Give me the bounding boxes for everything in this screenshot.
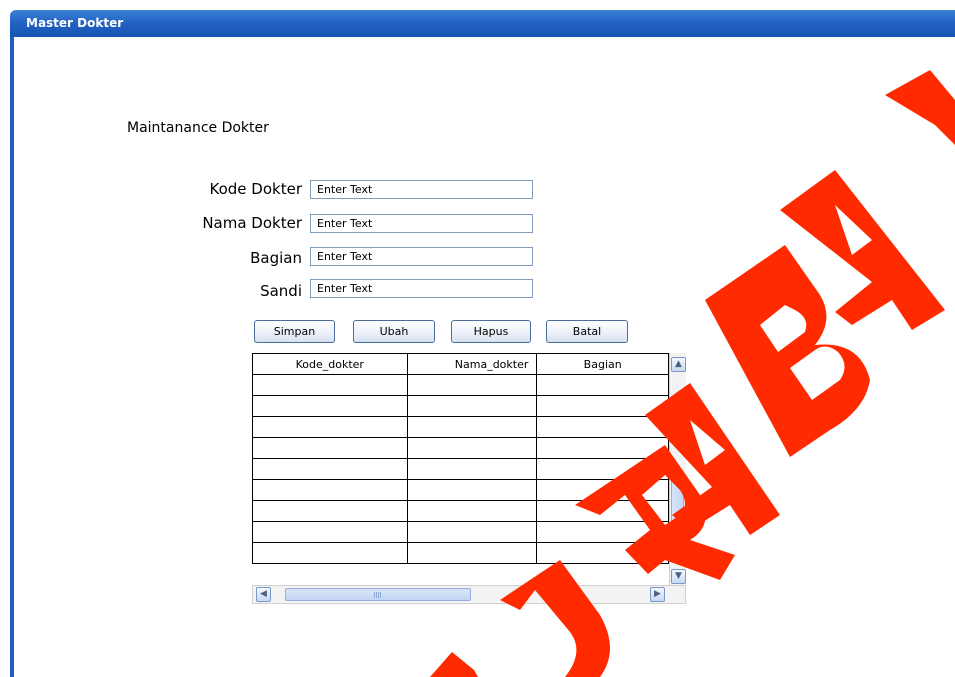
table-body [252,374,669,564]
vertical-scroll-thumb[interactable] [671,471,684,563]
table-cell[interactable] [406,500,538,522]
table-cell[interactable] [536,374,669,396]
table-cell[interactable] [252,395,408,417]
form-heading: Maintanance Dokter [127,120,269,136]
simpan-button[interactable]: Simpan [254,320,335,343]
table-row[interactable] [252,458,669,480]
table-cell[interactable] [536,395,669,417]
table-cell[interactable] [536,458,669,480]
chevron-right-icon[interactable]: ▶ [650,587,665,602]
bagian-label: Bagian [250,249,302,267]
kode-dokter-label: Kode Dokter [209,180,302,198]
master-dokter-window: Master Dokter Maintanance Dokter Kode Do… [0,0,955,677]
table-cell[interactable] [252,374,408,396]
table-cell[interactable] [252,458,408,480]
column-header-bagian[interactable]: Bagian [536,353,669,375]
table-cell[interactable] [252,521,408,543]
watermark-letter-s [430,652,478,677]
table-cell[interactable] [252,437,408,459]
table-cell[interactable] [536,542,669,564]
ubah-button[interactable]: Ubah [353,320,435,343]
nama-dokter-input[interactable]: Enter Text [310,214,533,233]
table-row[interactable] [252,416,669,438]
table-cell[interactable] [252,542,408,564]
vertical-scrollbar[interactable]: ▲ ▼ [669,353,686,585]
watermark-letter-a-second [780,170,945,330]
table-cell[interactable] [252,479,408,501]
watermark-letter-u [500,560,610,677]
table-cell[interactable] [536,479,669,501]
table-cell[interactable] [406,395,538,417]
horizontal-scrollbar[interactable]: ◀ ▶ [252,585,686,604]
window-title: Master Dokter [26,16,124,30]
hapus-button[interactable]: Hapus [451,320,531,343]
table-row[interactable] [252,395,669,417]
chevron-down-icon[interactable]: ▼ [671,569,686,584]
table-row[interactable] [252,521,669,543]
bagian-input[interactable]: Enter Text [310,247,533,266]
table-row[interactable] [252,500,669,522]
table-cell[interactable] [406,374,538,396]
table-row[interactable] [252,374,669,396]
table-cell[interactable] [406,521,538,543]
table-row[interactable] [252,479,669,501]
chevron-up-icon[interactable]: ▲ [671,357,686,372]
table-cell[interactable] [406,542,538,564]
title-bar: Master Dokter [10,10,955,37]
nama-dokter-label: Nama Dokter [202,214,302,232]
table-cell[interactable] [536,437,669,459]
chevron-left-icon[interactable]: ◀ [256,587,271,602]
column-header-nama-dokter[interactable]: Nama_dokter [406,353,538,375]
table-cell[interactable] [252,500,408,522]
table-row[interactable] [252,437,669,459]
table-cell[interactable] [406,479,538,501]
sandi-label: Sandi [260,282,302,300]
table-cell[interactable] [406,416,538,438]
column-header-kode-dokter[interactable]: Kode_dokter [252,353,408,375]
table-cell[interactable] [406,458,538,480]
table-row[interactable] [252,542,669,564]
table-header-row: Kode_dokter Nama_dokter Bagian [252,353,669,375]
grip-icon [374,592,382,598]
dokter-table: Kode_dokter Nama_dokter Bagian [252,353,669,564]
table-cell[interactable] [536,500,669,522]
table-cell[interactable] [252,416,408,438]
sandi-input[interactable]: Enter Text [310,279,533,298]
kode-dokter-input[interactable]: Enter Text [310,180,533,199]
batal-button[interactable]: Batal [546,320,628,343]
table-cell[interactable] [536,416,669,438]
table-cell[interactable] [536,521,669,543]
table-cell[interactable] [406,437,538,459]
window-left-border [10,37,14,677]
watermark-letter-y [885,70,955,145]
watermark-letter-b [705,245,870,457]
horizontal-scroll-thumb[interactable] [285,588,471,601]
